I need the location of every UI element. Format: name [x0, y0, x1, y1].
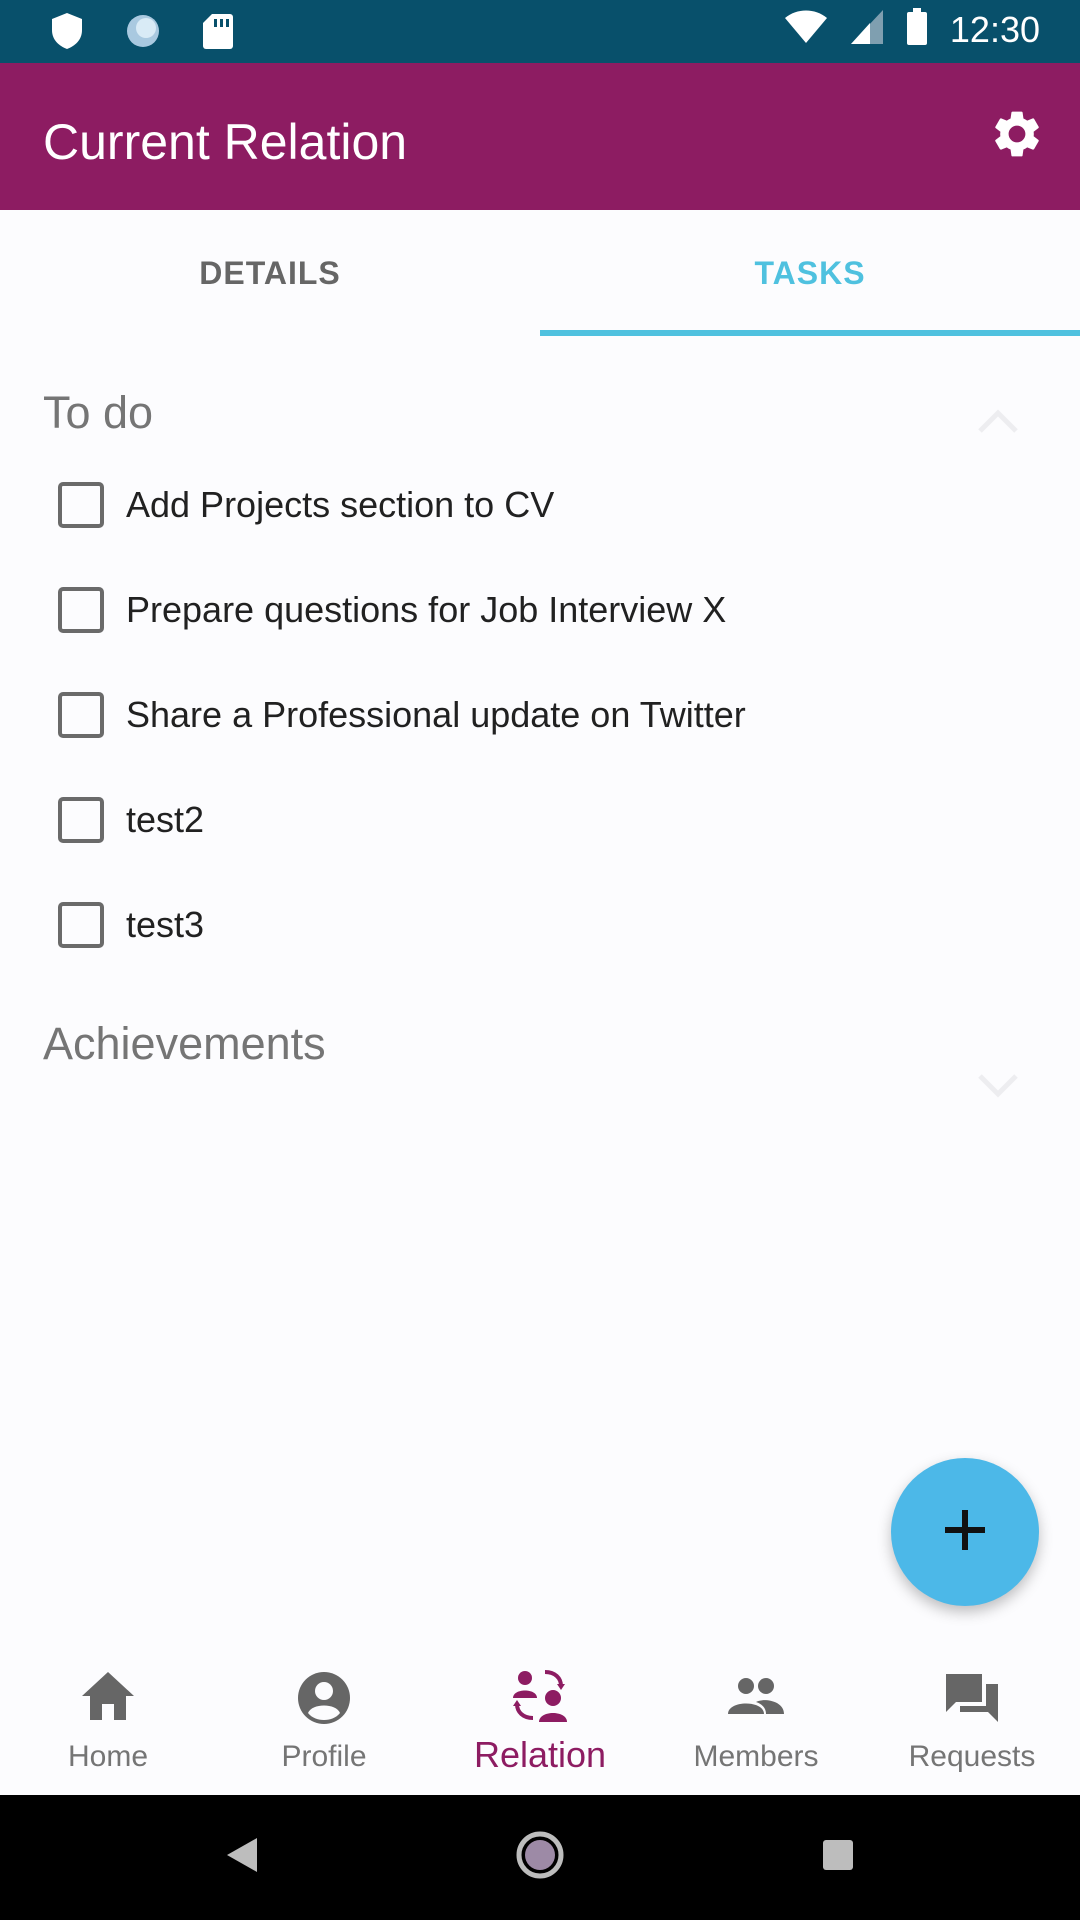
chevron-up-icon[interactable]	[976, 405, 1020, 435]
tab-bar: DETAILS TASKS	[0, 210, 1080, 336]
bottom-nav: Home Profile Relation Members Requests	[0, 1630, 1080, 1795]
recents-square-icon	[821, 1838, 855, 1877]
tab-indicator	[540, 330, 1080, 336]
home-circle-icon	[515, 1830, 565, 1885]
task-checkbox[interactable]	[58, 587, 104, 633]
relation-icon	[509, 1666, 571, 1729]
status-time: 12:30	[949, 8, 1040, 50]
task-checkbox[interactable]	[58, 797, 104, 843]
tab-tasks[interactable]: TASKS	[540, 210, 1080, 336]
status-bar-left	[50, 12, 234, 55]
task-checkbox[interactable]	[58, 482, 104, 528]
task-item[interactable]: test2	[58, 790, 204, 850]
group-icon	[726, 1676, 786, 1721]
sd-card-icon	[202, 12, 234, 55]
circle-icon	[124, 12, 162, 55]
nav-item-requests[interactable]: Requests	[864, 1630, 1080, 1795]
task-item[interactable]: Share a Professional update on Twitter	[58, 685, 746, 745]
battery-icon	[906, 8, 928, 51]
task-label: Share a Professional update on Twitter	[126, 694, 746, 735]
chevron-down-icon[interactable]	[976, 1072, 1020, 1102]
task-item[interactable]: test3	[58, 895, 204, 955]
status-bar: 12:30	[0, 0, 1080, 63]
back-button[interactable]	[212, 1827, 272, 1887]
home-icon	[80, 1670, 136, 1727]
task-label: Add Projects section to CV	[126, 484, 555, 525]
shield-icon	[50, 12, 84, 55]
home-system-button[interactable]	[510, 1827, 570, 1887]
gear-icon	[989, 106, 1045, 167]
account-circle-icon	[296, 1670, 352, 1731]
task-item[interactable]: Prepare questions for Job Interview X	[58, 580, 726, 640]
settings-button[interactable]	[984, 103, 1050, 169]
signal-icon	[850, 9, 884, 50]
nav-label-requests: Requests	[908, 1740, 1036, 1773]
status-bar-right: 12:30	[784, 8, 1040, 51]
task-item[interactable]: Add Projects section to CV	[58, 475, 554, 535]
app-bar: Current Relation	[0, 63, 1080, 210]
task-label: Prepare questions for Job Interview X	[126, 589, 727, 630]
task-label: test3	[126, 904, 205, 945]
section-header-todo[interactable]: To do	[43, 387, 153, 439]
task-checkbox[interactable]	[58, 902, 104, 948]
plus-icon	[943, 1508, 987, 1557]
section-header-achievements[interactable]: Achievements	[43, 1018, 326, 1070]
nav-label-profile: Profile	[281, 1740, 367, 1773]
nav-item-home[interactable]: Home	[0, 1630, 216, 1795]
page-title: Current Relation	[43, 114, 408, 170]
forum-icon	[944, 1672, 1000, 1729]
tab-details[interactable]: DETAILS	[0, 210, 540, 336]
task-label: test2	[126, 799, 205, 840]
recents-button[interactable]	[808, 1827, 868, 1887]
wifi-icon	[784, 10, 828, 49]
nav-label-home: Home	[67, 1740, 149, 1773]
system-nav-bar	[0, 1795, 1080, 1920]
nav-item-profile[interactable]: Profile	[216, 1630, 432, 1795]
nav-label-members: Members	[693, 1740, 819, 1773]
nav-item-relation[interactable]: Relation	[432, 1630, 648, 1795]
task-checkbox[interactable]	[58, 692, 104, 738]
nav-item-members[interactable]: Members	[648, 1630, 864, 1795]
back-triangle-icon	[225, 1836, 259, 1879]
add-task-button[interactable]	[891, 1458, 1039, 1606]
nav-label-relation: Relation	[473, 1734, 607, 1775]
